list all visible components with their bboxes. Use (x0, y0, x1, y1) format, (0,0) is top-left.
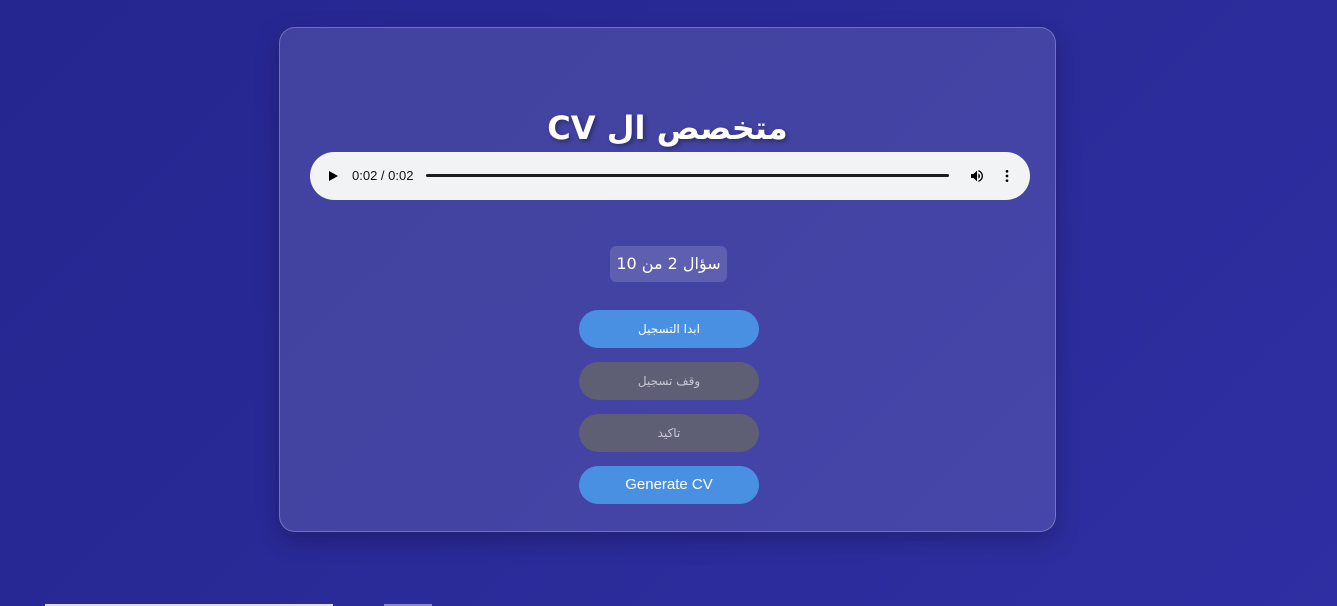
start-recording-button[interactable]: ابدا التسجيل (579, 310, 759, 348)
audio-player[interactable]: 0:02 / 0:02 (310, 152, 1030, 200)
audio-time: 0:02 / 0:02 (352, 168, 414, 183)
audio-progress-bar[interactable] (426, 174, 949, 177)
generate-cv-button[interactable]: Generate CV (579, 466, 759, 504)
question-counter: سؤال 2 من 10 (610, 246, 727, 282)
audio-progress-fill (426, 174, 949, 177)
confirm-button[interactable]: تاكيد (579, 414, 759, 452)
play-icon[interactable] (329, 171, 338, 181)
stop-recording-button[interactable]: وقف تسجيل (579, 362, 759, 400)
volume-icon[interactable] (969, 168, 985, 184)
more-vertical-icon[interactable] (999, 168, 1015, 184)
page-title: متخصص ال CV (547, 109, 788, 147)
cv-card: متخصص ال CV 0:02 / 0:02 سؤال 2 من 10 ابد… (279, 27, 1056, 532)
